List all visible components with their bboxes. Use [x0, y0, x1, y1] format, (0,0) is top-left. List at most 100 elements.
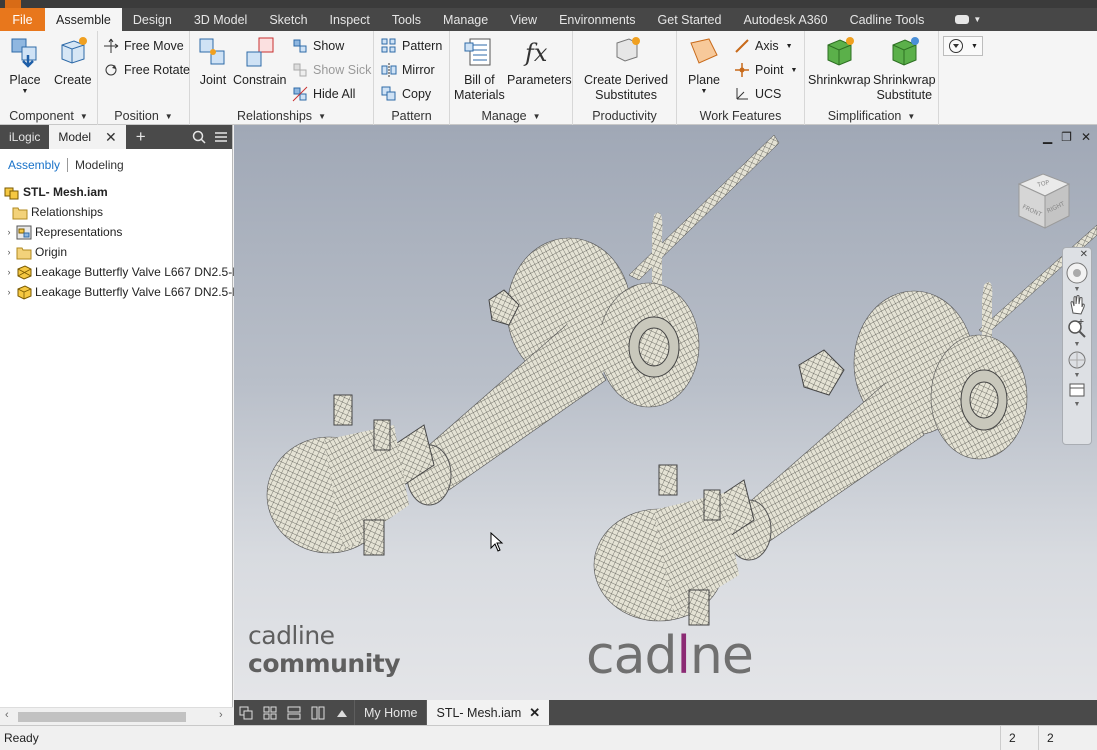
chevron-down-icon[interactable]: ▼ [1063, 401, 1091, 408]
joint-button[interactable]: Joint [196, 35, 230, 88]
tab-environments[interactable]: Environments [548, 8, 646, 31]
chevron-right-icon[interactable]: › [4, 247, 14, 257]
shrinkwrap-button[interactable]: Shrinkwrap [808, 35, 871, 88]
panel-title-manage[interactable]: Manage ▼ [450, 109, 572, 123]
copy-button[interactable]: Copy [381, 84, 431, 104]
tab-view[interactable]: View [499, 8, 548, 31]
panel-title-relationships[interactable]: Relationships ▼ [190, 109, 373, 123]
place-button[interactable]: Place ▼ [8, 35, 42, 96]
tree-item-relationships[interactable]: Relationships [10, 202, 103, 222]
close-icon[interactable]: ✕ [1063, 248, 1091, 260]
panel-title-simplification[interactable]: Simplification ▼ [805, 109, 938, 123]
tree-item-valve-2[interactable]: › Leakage Butterfly Valve L667 DN2.5-Int… [4, 282, 252, 302]
tree-item-valve-1[interactable]: › Leakage Butterfly Valve L667 DN2.5-Int… [4, 262, 252, 282]
search-icon[interactable] [192, 130, 206, 144]
tab-manage[interactable]: Manage [432, 8, 499, 31]
browser-filter: Assembly Modeling [0, 149, 232, 181]
doc-tab-stl-mesh[interactable]: STL- Mesh.iam ✕ [426, 700, 550, 725]
tab-model[interactable]: Model ✕ [49, 125, 126, 149]
constrain-label: Constrain [233, 73, 287, 87]
pan-hand-icon[interactable] [1066, 293, 1088, 317]
free-rotate-button[interactable]: Free Rotate [103, 60, 190, 80]
free-move-button[interactable]: Free Move [103, 36, 184, 56]
chevron-down-icon[interactable]: ▼ [1063, 372, 1091, 379]
valve-mesh-1[interactable] [266, 134, 780, 556]
more-tools-dropdown[interactable]: ▼ [943, 36, 983, 56]
show-button[interactable]: Show [292, 36, 344, 56]
axis-button[interactable]: Axis ▼ [734, 36, 793, 56]
create-derived-substitutes-icon [616, 37, 641, 62]
tree-root-assembly[interactable]: STL- Mesh.iam [2, 182, 108, 202]
scrollbar-thumb[interactable] [18, 712, 186, 722]
tab-model-label: Model [58, 130, 92, 144]
viewcube[interactable]: TOP FRONT RIGHT [1013, 170, 1075, 232]
tab-design[interactable]: Design [122, 8, 183, 31]
tab-assemble[interactable]: Assemble [45, 8, 122, 31]
create-button[interactable]: Create [54, 35, 92, 88]
add-browser-tab-button[interactable]: + [126, 125, 156, 149]
panel-title-label: Pattern [391, 109, 432, 123]
tab-3d-model[interactable]: 3D Model [183, 8, 259, 31]
shrinkwrap-substitute-icon [892, 37, 920, 66]
panel-manage: Bill of Materials fx Parameters Manage ▼ [450, 31, 573, 125]
cascade-windows-icon[interactable] [234, 700, 258, 725]
copy-icon [381, 86, 396, 101]
bill-of-materials-label-1: Bill of [464, 73, 495, 87]
steering-wheel-icon[interactable] [1065, 260, 1089, 286]
look-at-icon[interactable] [1066, 379, 1088, 401]
caret-up-icon[interactable] [330, 700, 354, 725]
chevron-left-icon[interactable]: ‹ [5, 709, 9, 721]
pattern-button[interactable]: Pattern [381, 36, 442, 56]
tree-item-label: Origin [35, 245, 68, 259]
mirror-button[interactable]: Mirror [381, 60, 435, 80]
tab-cadline-tools[interactable]: Cadline Tools [839, 8, 936, 31]
tree-item-representations[interactable]: › Representations [4, 222, 122, 242]
panel-title-component[interactable]: Component ▼ [0, 109, 97, 123]
tree-item-origin[interactable]: › Origin [4, 242, 67, 262]
menu-icon[interactable] [214, 130, 228, 144]
chevron-down-icon[interactable]: ▼ [1063, 341, 1091, 348]
point-button[interactable]: Point ▼ [734, 60, 797, 80]
tile-horizontal-icon[interactable] [282, 700, 306, 725]
ribbon-display-toggle[interactable]: ▼ [935, 8, 981, 31]
chevron-right-icon[interactable]: › [4, 267, 14, 277]
orbit-icon[interactable] [1066, 348, 1088, 372]
tab-sketch[interactable]: Sketch [258, 8, 318, 31]
tab-autodesk-a360[interactable]: Autodesk A360 [732, 8, 838, 31]
browser-horizontal-scrollbar[interactable]: ‹ › [0, 707, 233, 725]
ucs-button[interactable]: UCS [734, 84, 781, 104]
pattern-label: Pattern [402, 39, 443, 53]
browser-tab-bar: iLogic Model ✕ + [0, 125, 232, 149]
chevron-down-icon[interactable]: ▼ [1063, 286, 1091, 293]
tab-file[interactable]: File [0, 8, 45, 31]
tab-inspect[interactable]: Inspect [319, 8, 381, 31]
panel-title-position[interactable]: Position ▼ [98, 109, 189, 123]
tile-windows-icon[interactable] [258, 700, 282, 725]
bill-of-materials-label-2: Materials [454, 88, 505, 102]
parameters-button[interactable]: fx Parameters [507, 35, 572, 88]
svg-text:fx: fx [523, 39, 548, 67]
zoom-icon[interactable] [1066, 317, 1088, 341]
assembly-view-link[interactable]: Assembly [8, 158, 60, 172]
bill-of-materials-button[interactable]: Bill of Materials [454, 35, 505, 103]
close-icon[interactable]: ✕ [105, 129, 117, 146]
modeling-view-link[interactable]: Modeling [75, 158, 124, 172]
valve-mesh-2[interactable] [593, 224, 1097, 626]
shrinkwrap-substitute-button[interactable]: Shrinkwrap Substitute [873, 35, 936, 103]
tab-tools[interactable]: Tools [381, 8, 432, 31]
chevron-right-icon[interactable]: › [219, 709, 223, 721]
graphics-viewport[interactable]: ▁ ❐ ✕ TOP FRONT RIGHT ✕ ▼ ▼ ▼ ▼ cadline … [234, 125, 1097, 700]
constrain-button[interactable]: Constrain [233, 35, 287, 88]
mouse-cursor-icon [490, 532, 504, 552]
hide-all-button[interactable]: Hide All [292, 84, 355, 104]
chevron-right-icon[interactable]: › [4, 227, 14, 237]
chevron-right-icon[interactable]: › [4, 287, 14, 297]
tab-get-started[interactable]: Get Started [647, 8, 733, 31]
tab-ilogic[interactable]: iLogic [0, 125, 49, 149]
tile-vertical-icon[interactable] [306, 700, 330, 725]
logo-line-1: cadline [248, 621, 335, 650]
close-icon[interactable]: ✕ [529, 705, 540, 721]
doc-tab-my-home[interactable]: My Home [354, 700, 426, 725]
plane-button[interactable]: Plane ▼ [687, 35, 721, 96]
create-derived-substitutes-button[interactable]: Create Derived Substitutes [584, 35, 668, 103]
